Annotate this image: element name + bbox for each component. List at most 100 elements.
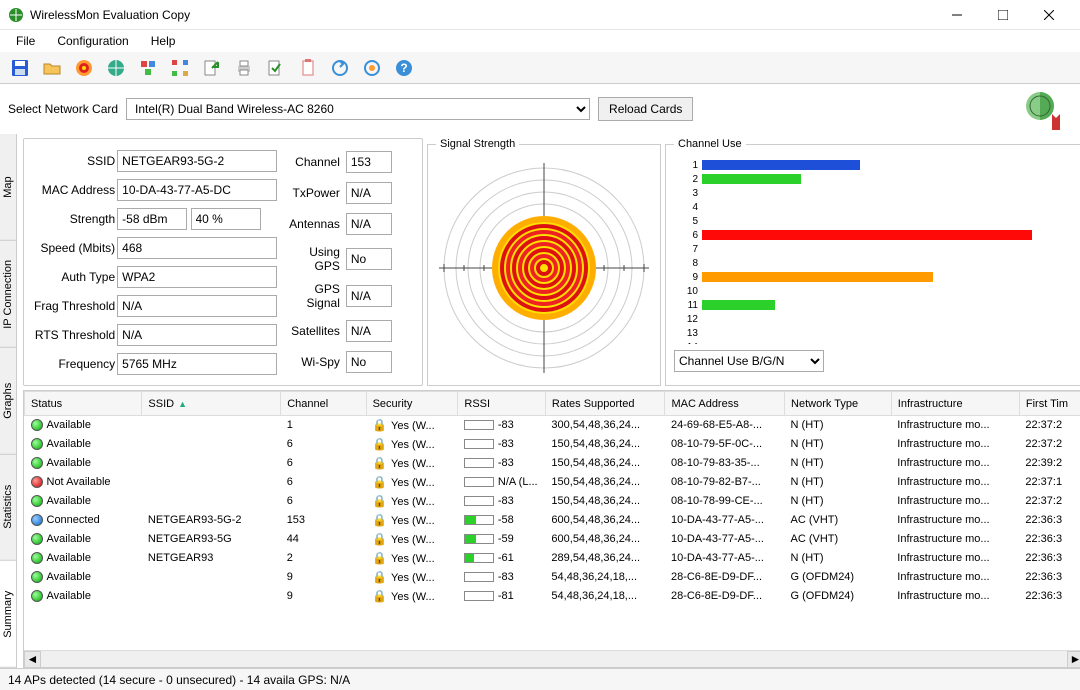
check-icon[interactable] (262, 54, 290, 82)
channel-number: 10 (674, 286, 702, 297)
close-button[interactable] (1026, 0, 1072, 30)
app-icon (8, 7, 24, 23)
column-header[interactable]: Network Type (785, 392, 892, 416)
network2-icon[interactable] (166, 54, 194, 82)
table-row[interactable]: Not Available 6 🔒Yes (W... N/A (L... 150… (25, 473, 1080, 492)
menu-help[interactable]: Help (141, 32, 186, 50)
settings-icon[interactable] (358, 54, 386, 82)
column-header[interactable]: First Tim (1019, 392, 1080, 416)
column-header[interactable]: Channel (281, 392, 366, 416)
signal-radar-icon (439, 163, 649, 373)
column-header[interactable]: Security (366, 392, 458, 416)
status-dot-icon (31, 476, 43, 488)
table-row[interactable]: Available 6 🔒Yes (W... -83 150,54,48,36,… (25, 492, 1080, 511)
channel-bar (702, 300, 775, 310)
channel-number: 12 (674, 314, 702, 325)
speed-label: Speed (Mbits) (34, 234, 115, 261)
sat-field[interactable] (346, 320, 392, 342)
target-icon[interactable] (70, 54, 98, 82)
rssi-bar-icon (464, 534, 494, 544)
select-card-label: Select Network Card (8, 102, 118, 116)
mac-field[interactable] (117, 179, 277, 201)
freq-field[interactable] (117, 353, 277, 375)
network-card-select[interactable]: Intel(R) Dual Band Wireless-AC 8260 (126, 98, 590, 120)
table-row[interactable]: Available 6 🔒Yes (W... -83 150,54,48,36,… (25, 435, 1080, 454)
minimize-button[interactable] (934, 0, 980, 30)
channel-number: 2 (674, 174, 702, 185)
tab-statistics[interactable]: Statistics (0, 454, 16, 561)
ssid-field[interactable] (117, 150, 277, 172)
save-icon[interactable] (6, 54, 34, 82)
status-dot-icon (31, 533, 43, 545)
rts-field[interactable] (117, 324, 277, 346)
clipboard-icon[interactable] (294, 54, 322, 82)
rssi-bar-icon (464, 420, 494, 430)
reload-cards-button[interactable]: Reload Cards (598, 97, 693, 121)
channel-number: 4 (674, 202, 702, 213)
sort-asc-icon: ▲ (178, 399, 187, 409)
tab-graphs[interactable]: Graphs (0, 348, 16, 455)
ssid-label: SSID (34, 147, 115, 174)
txpower-field[interactable] (346, 182, 392, 204)
table-row[interactable]: Available 9 🔒Yes (W... -83 54,48,36,24,1… (25, 568, 1080, 587)
export-icon[interactable] (198, 54, 226, 82)
table-row[interactable]: Available NETGEAR932 🔒Yes (W... -61 289,… (25, 549, 1080, 568)
rssi-bar-icon (464, 591, 494, 601)
auth-field[interactable] (117, 266, 277, 288)
channel-field[interactable] (346, 151, 392, 173)
antennas-label: Antennas (289, 210, 344, 239)
column-header[interactable]: Rates Supported (545, 392, 665, 416)
globe-icon[interactable] (102, 54, 130, 82)
channel-number: 7 (674, 244, 702, 255)
column-header[interactable]: MAC Address (665, 392, 785, 416)
network1-icon[interactable] (134, 54, 162, 82)
help-icon[interactable]: ? (390, 54, 418, 82)
table-row[interactable]: Available 6 🔒Yes (W... -83 150,54,48,36,… (25, 454, 1080, 473)
channel-number: 3 (674, 188, 702, 199)
freq-label: Frequency (34, 350, 115, 377)
frag-field[interactable] (117, 295, 277, 317)
strength-pct-field[interactable] (191, 208, 261, 230)
rssi-bar-icon (464, 477, 494, 487)
speed-field[interactable] (117, 237, 277, 259)
scroll-right-icon[interactable]: ► (1067, 651, 1080, 668)
channel-bar-row: 12 (674, 312, 1076, 326)
channel-number: 11 (674, 300, 702, 311)
tab-ip-connection[interactable]: IP Connection (0, 241, 16, 348)
refresh-icon[interactable] (326, 54, 354, 82)
open-icon[interactable] (38, 54, 66, 82)
column-header[interactable]: SSID▲ (142, 392, 281, 416)
channel-bar-row: 9 (674, 270, 1076, 284)
column-header[interactable]: Infrastructure (891, 392, 1019, 416)
channel-bar-row: 7 (674, 242, 1076, 256)
menu-file[interactable]: File (6, 32, 45, 50)
scroll-left-icon[interactable]: ◄ (24, 651, 41, 668)
channel-number: 9 (674, 272, 702, 283)
channel-bar-row: 13 (674, 326, 1076, 340)
wispy-field[interactable] (346, 351, 392, 373)
maximize-button[interactable] (980, 0, 1026, 30)
channel-mode-select[interactable]: Channel Use B/G/N (674, 350, 824, 372)
signal-strength-panel: Signal Strength (427, 138, 661, 386)
status-dot-icon (31, 552, 43, 564)
gps-field[interactable] (346, 248, 392, 270)
table-row[interactable]: Available 9 🔒Yes (W... -81 54,48,36,24,1… (25, 587, 1080, 606)
table-row[interactable]: Available 1 🔒Yes (W... -83 300,54,48,36,… (25, 416, 1080, 435)
column-header[interactable]: RSSI (458, 392, 546, 416)
table-row[interactable]: Connected NETGEAR93-5G-2153 🔒Yes (W... -… (25, 511, 1080, 530)
column-header[interactable]: Status (25, 392, 142, 416)
tab-map[interactable]: Map (0, 134, 16, 241)
gpssig-field[interactable] (346, 285, 392, 307)
status-dot-icon (31, 571, 43, 583)
menu-configuration[interactable]: Configuration (47, 32, 138, 50)
lock-icon: 🔒 (372, 513, 387, 527)
horizontal-scrollbar[interactable]: ◄ ► (24, 650, 1080, 667)
table-row[interactable]: Available NETGEAR93-5G44 🔒Yes (W... -59 … (25, 530, 1080, 549)
rssi-bar-icon (464, 496, 494, 506)
tab-summary[interactable]: Summary (0, 561, 16, 668)
strength-db-field[interactable] (117, 208, 187, 230)
frag-label: Frag Threshold (34, 292, 115, 319)
lock-icon: 🔒 (372, 551, 387, 565)
print-icon[interactable] (230, 54, 258, 82)
antennas-field[interactable] (346, 213, 392, 235)
